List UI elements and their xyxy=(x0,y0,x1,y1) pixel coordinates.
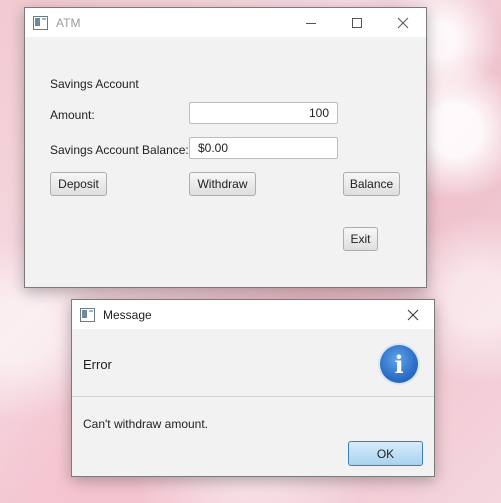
close-icon xyxy=(407,309,419,320)
maximize-icon xyxy=(352,17,362,28)
deposit-button[interactable]: Deposit xyxy=(50,172,107,196)
minimize-icon xyxy=(306,22,316,24)
dialog-app-icon xyxy=(80,307,95,322)
minimize-button[interactable] xyxy=(288,8,334,37)
exit-button[interactable]: Exit xyxy=(343,227,378,251)
dialog-separator xyxy=(72,396,434,397)
ok-button[interactable]: OK xyxy=(348,441,423,466)
app-icon xyxy=(33,15,48,30)
amount-label: Amount: xyxy=(50,108,95,122)
info-icon: i xyxy=(380,345,418,383)
message-dialog: Message Error i Can't withdraw amount. O… xyxy=(71,299,435,477)
maximize-button[interactable] xyxy=(334,8,380,37)
dialog-title: Message xyxy=(103,307,152,322)
dialog-message: Can't withdraw amount. xyxy=(83,417,209,431)
balance-label: Savings Account Balance: xyxy=(50,143,189,157)
window-title: ATM xyxy=(56,15,81,30)
balance-button[interactable]: Balance xyxy=(343,172,400,196)
dialog-header-text: Error xyxy=(83,357,112,372)
info-glyph: i xyxy=(394,349,404,379)
withdraw-button[interactable]: Withdraw xyxy=(189,172,256,196)
amount-input[interactable] xyxy=(189,102,338,124)
close-button[interactable] xyxy=(380,8,426,37)
section-title: Savings Account xyxy=(50,77,139,91)
dialog-titlebar[interactable]: Message xyxy=(72,300,434,329)
close-icon xyxy=(397,17,409,28)
dialog-close-button[interactable] xyxy=(394,300,432,329)
atm-window: ATM Savings Account Amount: Savings Acco… xyxy=(24,7,427,288)
balance-field[interactable] xyxy=(189,137,338,159)
atm-titlebar[interactable]: ATM xyxy=(25,8,426,37)
